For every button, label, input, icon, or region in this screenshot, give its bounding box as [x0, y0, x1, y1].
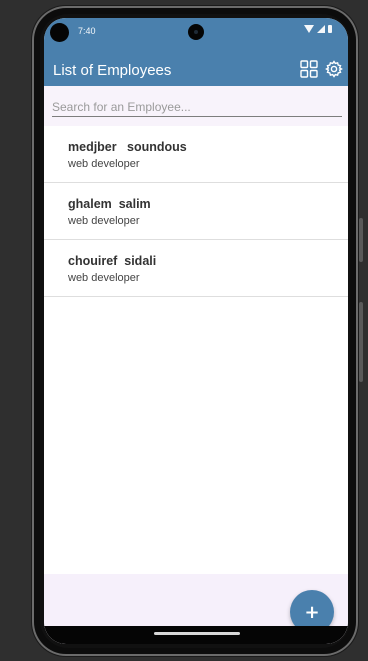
- status-icons: [304, 25, 332, 33]
- page-title: List of Employees: [53, 62, 172, 79]
- phone-frame: 7:40 List of Employees Search for an Emp…: [32, 6, 363, 656]
- home-gesture-handle[interactable]: [154, 632, 240, 635]
- phone-bezel: 7:40 List of Employees Search for an Emp…: [40, 14, 350, 648]
- status-time: 7:40: [78, 26, 96, 36]
- battery-icon: [328, 25, 332, 33]
- system-nav-bar: [44, 626, 348, 644]
- employee-list: medjber soundous web developer ghalem sa…: [44, 126, 348, 297]
- employee-name: ghalem salim: [68, 197, 151, 211]
- add-icon: +: [304, 601, 320, 623]
- app-bar: 7:40 List of Employees: [44, 18, 348, 86]
- power-button[interactable]: [359, 302, 363, 382]
- list-item[interactable]: ghalem salim web developer: [44, 183, 348, 240]
- employee-name: medjber soundous: [68, 140, 187, 154]
- signal-icon: [317, 25, 325, 33]
- search-input[interactable]: [52, 98, 342, 117]
- grid-view-icon[interactable]: [300, 60, 318, 78]
- employee-role: web developer: [68, 158, 140, 170]
- list-item[interactable]: medjber soundous web developer: [44, 126, 348, 183]
- list-item[interactable]: chouiref sidali web developer: [44, 240, 348, 297]
- wifi-icon: [304, 25, 314, 33]
- camera-cutout-icon: [188, 24, 204, 40]
- employee-name: chouiref sidali: [68, 254, 157, 268]
- employee-role: web developer: [68, 215, 140, 227]
- volume-button[interactable]: [359, 218, 363, 262]
- employee-role: web developer: [68, 272, 140, 284]
- app-screen: 7:40 List of Employees Search for an Emp…: [44, 18, 348, 644]
- search-bar: [44, 86, 348, 126]
- emulator-stage: 7:40 List of Employees Search for an Emp…: [0, 0, 368, 661]
- front-sensor-icon: [50, 23, 69, 42]
- gear-icon[interactable]: [325, 60, 343, 78]
